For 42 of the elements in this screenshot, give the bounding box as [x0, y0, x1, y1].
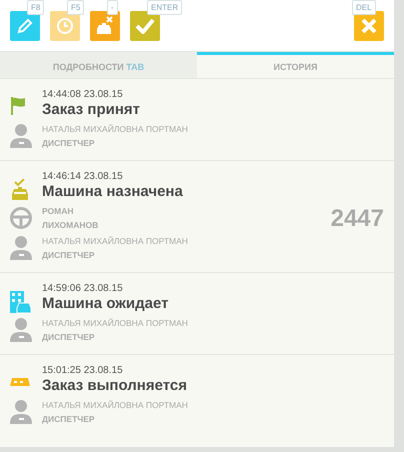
shortcut-badge: -	[107, 0, 118, 15]
flag-icon	[10, 97, 26, 115]
shortcut-badge: ENTER	[147, 0, 182, 15]
event-title: Машина ожидает	[42, 295, 170, 312]
operator-name: НАТАЛЬЯ МИХАЙЛОВНА ПОРТМАН	[42, 123, 188, 136]
shortcut-badge: F5	[67, 0, 84, 15]
car-number: 2447	[330, 205, 384, 233]
operator-name: НАТАЛЬЯ МИХАЙЛОВНА ПОРТМАН	[42, 235, 188, 248]
event-title: Машина назначена	[42, 183, 184, 200]
check-icon	[135, 18, 155, 34]
event-time: 14:59:06 23.08.15	[42, 283, 124, 294]
close-button[interactable]	[354, 11, 384, 41]
operator-role: ДИСПЕТЧЕР	[42, 331, 96, 344]
operator-role: ДИСПЕТЧЕР	[42, 137, 96, 150]
shortcut-badge: DEL	[352, 0, 376, 15]
event-title: Заказ принят	[42, 101, 141, 118]
operator-role: ДИСПЕТЧЕР	[42, 249, 96, 262]
operator-role: ДИСПЕТЧЕР	[42, 413, 96, 426]
clock-icon	[56, 17, 74, 35]
driver-name: ЛИХОМАНОВ	[42, 219, 98, 232]
tab[interactable]: ПОДРОБНОСТИ TAB	[0, 52, 197, 78]
driver-name: РОМАН	[42, 205, 75, 218]
building-car-icon	[10, 291, 32, 313]
taxi-check-icon	[10, 179, 30, 201]
event-time: 15:01:25 23.08.15	[42, 365, 124, 376]
shortcut-badge: F8	[27, 0, 44, 15]
event-title: Заказ выполняется	[42, 377, 188, 394]
person-icon	[10, 400, 32, 424]
operator-name: НАТАЛЬЯ МИХАЙЛОВНА ПОРТМАН	[42, 317, 188, 330]
taxi-sign-icon	[10, 376, 30, 386]
person-icon	[10, 318, 32, 342]
pencil-icon	[17, 18, 33, 34]
close-icon	[361, 18, 377, 34]
person-icon	[10, 236, 32, 260]
person-icon	[10, 124, 32, 148]
event-time: 14:46:14 23.08.15	[42, 171, 124, 182]
toolbar-button[interactable]	[10, 11, 40, 41]
toolbar-button[interactable]	[90, 11, 120, 41]
event-time: 14:44:08 23.08.15	[42, 89, 124, 100]
steering-wheel-icon	[10, 207, 32, 229]
toolbar-button[interactable]	[130, 11, 160, 41]
operator-name: НАТАЛЬЯ МИХАЙЛОВНА ПОРТМАН	[42, 399, 188, 412]
